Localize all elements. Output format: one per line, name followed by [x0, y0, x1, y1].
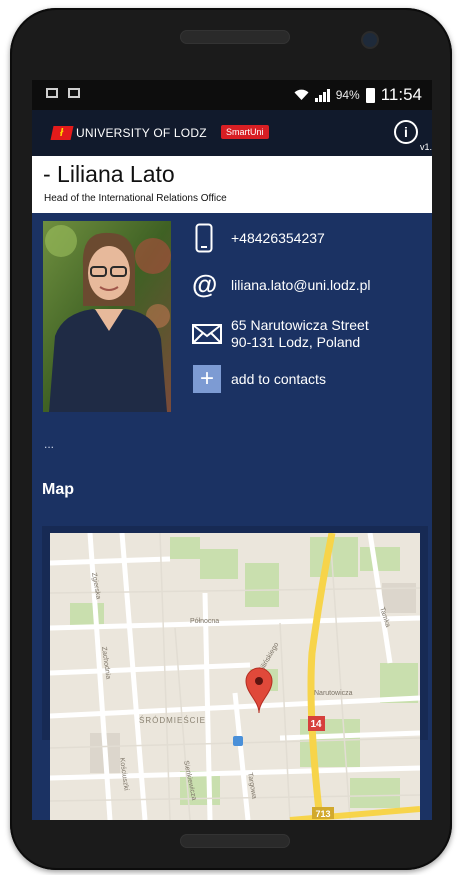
profile-photo	[43, 221, 171, 412]
map-heading: Map	[42, 481, 74, 498]
info-icon-glyph: i	[404, 124, 408, 140]
app-screen: 94% 11:54 ł UNIVERSITY OF LODZ SmartUni …	[32, 80, 432, 820]
phone-number[interactable]: +48426354237	[231, 230, 325, 247]
street-polnocna: Północna	[190, 618, 219, 625]
more-dots[interactable]: ...	[44, 437, 54, 451]
address-line-1: 65 Narutowicza Street	[231, 317, 369, 333]
map-view[interactable]: 14 713 Zgierska Północna Zachodnia Kiliń…	[50, 533, 420, 820]
info-icon[interactable]: i	[394, 120, 418, 144]
person-position: Head of the International Relations Offi…	[44, 193, 227, 204]
add-to-contacts-label[interactable]: add to contacts	[231, 371, 326, 388]
address-line-2: 90-131 Lodz, Poland	[231, 334, 361, 350]
route-713-label: 713	[315, 809, 330, 819]
app-bar: ł UNIVERSITY OF LODZ SmartUni i v1.61	[32, 110, 432, 156]
earpiece-speaker	[180, 30, 290, 44]
battery-icon	[365, 87, 375, 103]
university-name: UNIVERSITY OF LODZ	[76, 126, 207, 140]
add-icon[interactable]: +	[193, 365, 221, 393]
university-logo: ł	[50, 126, 74, 140]
signal-icon	[314, 88, 330, 102]
phone-icon	[195, 223, 213, 253]
photo-notification-icon	[68, 88, 80, 98]
email-address[interactable]: liliana.lato@uni.lodz.pl	[231, 277, 371, 294]
at-icon: @	[192, 269, 218, 299]
bottom-speaker	[180, 834, 290, 848]
logo-letter: ł	[60, 127, 64, 139]
person-header: - Liliana Lato Head of the International…	[32, 156, 432, 213]
route-14-label: 14	[310, 719, 322, 730]
image-notification-icon	[46, 88, 58, 98]
transit-icon	[233, 736, 243, 746]
wifi-icon	[294, 89, 309, 100]
version-label: v1.61	[420, 142, 432, 152]
district-srodmiescie: ŚRÓDMIEŚCIE	[139, 716, 206, 725]
battery-percent: 94%	[335, 88, 360, 102]
front-camera	[363, 33, 377, 47]
profile-section: +48426354237 @ liliana.lato@uni.lodz.pl …	[32, 213, 432, 413]
person-name: - Liliana Lato	[43, 161, 175, 187]
street-narutowicza: Narutowicza	[314, 690, 353, 697]
envelope-icon	[192, 324, 222, 344]
clock: 11:54	[380, 85, 422, 104]
status-bar: 94% 11:54	[32, 80, 432, 110]
smartuni-badge: SmartUni	[221, 125, 269, 139]
